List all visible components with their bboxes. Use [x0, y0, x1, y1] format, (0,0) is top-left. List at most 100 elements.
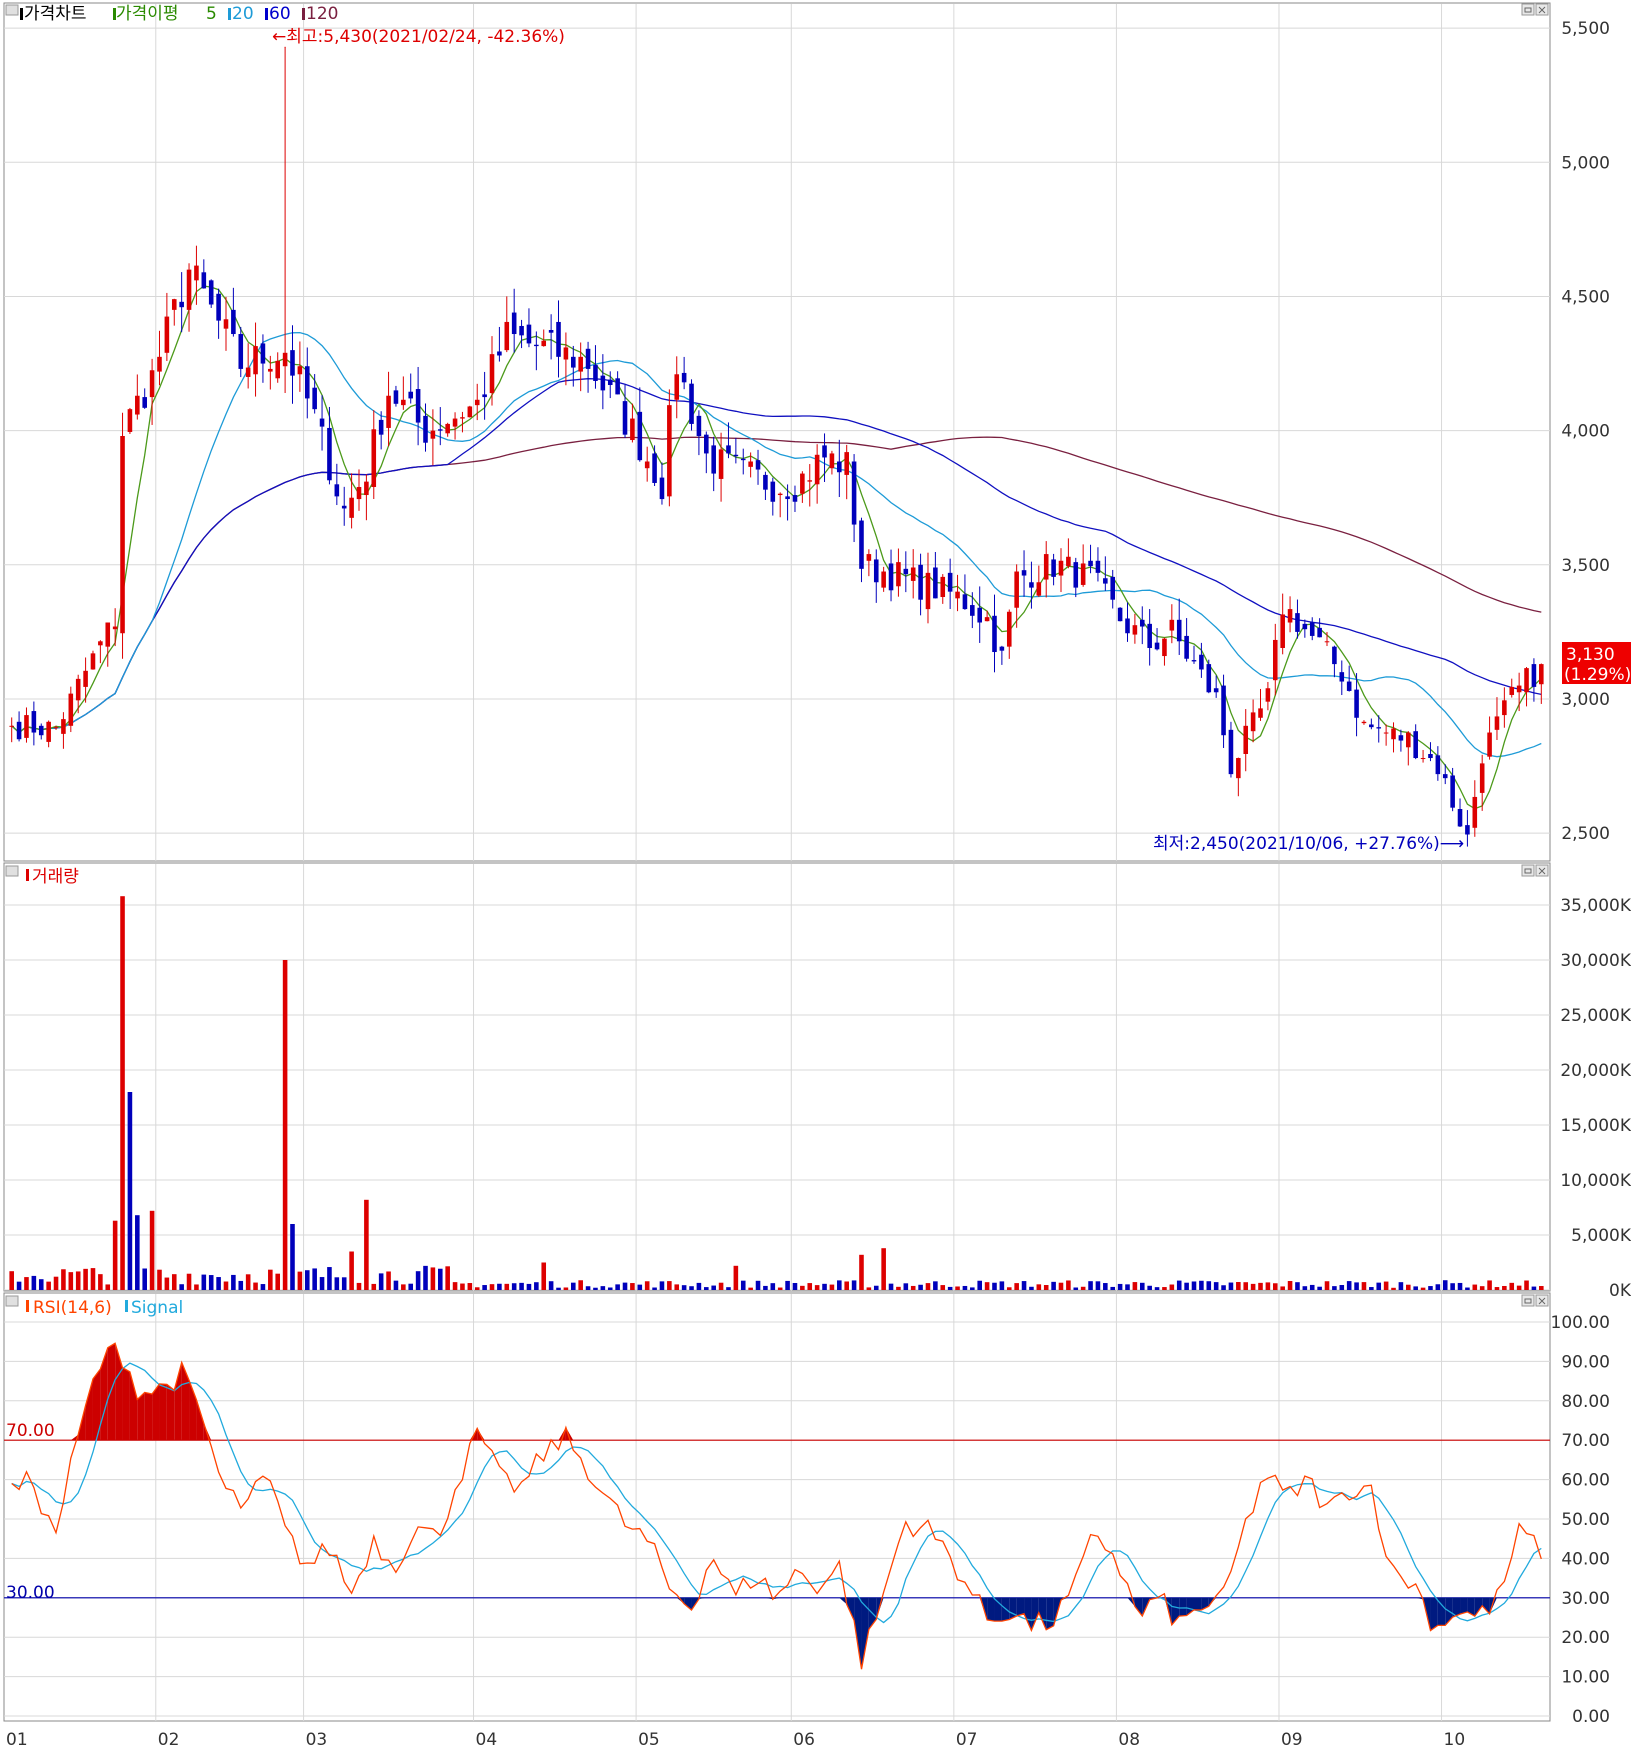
volume-bar	[245, 1274, 251, 1290]
candle-body	[977, 607, 982, 623]
volume-bar	[630, 1283, 635, 1290]
volume-bar	[748, 1287, 753, 1290]
volume-bar	[903, 1283, 909, 1290]
volume-bar	[740, 1280, 746, 1290]
volume-bar	[726, 1287, 731, 1290]
candle-body	[445, 423, 450, 434]
candle-body	[9, 725, 14, 727]
candle-body	[1029, 582, 1034, 588]
candle-body	[1509, 686, 1515, 695]
candle-body	[371, 429, 377, 487]
volume-bar	[179, 1284, 184, 1290]
volume-bar	[674, 1284, 680, 1290]
volume-bar	[1184, 1282, 1189, 1290]
volume-bar	[319, 1277, 325, 1290]
candle-body	[1191, 660, 1197, 662]
volume-bar	[223, 1281, 229, 1290]
candle-body	[1139, 619, 1145, 627]
volume-bar	[1088, 1281, 1093, 1290]
volume-bar	[1472, 1284, 1478, 1290]
candle-body	[1125, 618, 1130, 634]
volume-bar	[896, 1286, 901, 1290]
candle-body	[674, 374, 680, 400]
candle-body	[556, 321, 561, 357]
candle-body	[1221, 685, 1226, 736]
volume-bar	[75, 1271, 81, 1290]
volume-bar	[1132, 1282, 1138, 1290]
candle-body	[1213, 688, 1219, 693]
close-icon[interactable]	[1535, 864, 1549, 877]
candle-body	[482, 394, 487, 398]
volume-bar	[622, 1282, 628, 1290]
candle-body	[792, 495, 798, 502]
candle-body	[194, 265, 199, 281]
volume-bar	[733, 1265, 739, 1290]
candle-body	[61, 719, 66, 734]
volume-bar	[704, 1287, 709, 1290]
restore-icon[interactable]	[1521, 3, 1535, 16]
candle-body	[112, 626, 118, 630]
volume-bar	[637, 1284, 643, 1290]
volume-bar	[519, 1282, 524, 1290]
volume-y-tick: 5,000K	[1571, 1226, 1631, 1246]
restore-icon[interactable]	[1521, 1294, 1535, 1307]
candle-body	[992, 615, 997, 653]
volume-bar	[1236, 1282, 1241, 1290]
candle-body	[179, 301, 184, 308]
volume-bar	[1199, 1280, 1204, 1290]
volume-bar	[999, 1281, 1005, 1290]
volume-y-tick: 10,000K	[1560, 1171, 1631, 1191]
candle-body	[578, 356, 583, 372]
rsi-y-tick: 100.00	[1551, 1313, 1610, 1333]
volume-bar	[216, 1277, 221, 1290]
candle-body	[829, 453, 835, 469]
candle-body	[881, 571, 886, 588]
volume-bar	[90, 1268, 96, 1290]
close-icon[interactable]	[1535, 1294, 1549, 1307]
candle-body	[519, 325, 524, 336]
volume-bar	[327, 1267, 332, 1290]
candle-body	[607, 379, 613, 386]
stock-chart: 5,500 5,000 4,500 4,000 3,500 3,000 2,500 35,0…	[0, 0, 1631, 1752]
volume-bar	[1376, 1282, 1382, 1290]
volume-bar	[696, 1282, 702, 1290]
rsi-oversold-fill	[1194, 1597, 1202, 1610]
price-legend: 가격차트 가격이평 5 20 60 120	[5, 4, 338, 24]
price-y-tick: 5,000	[1561, 153, 1610, 173]
legend-signal: Signal	[131, 1298, 183, 1318]
volume-bar	[1406, 1284, 1411, 1290]
volume-bar	[1191, 1281, 1197, 1290]
rsi-oversold-fill	[987, 1597, 995, 1622]
candle-body	[1184, 635, 1189, 659]
candle-body	[1376, 727, 1382, 729]
candle-body	[859, 520, 864, 569]
volume-bar	[1206, 1281, 1212, 1290]
volume-bar	[98, 1274, 103, 1290]
candle-body	[1066, 556, 1071, 567]
rsi-oversold-fill	[994, 1597, 1002, 1622]
candle-body	[1021, 570, 1027, 576]
candle-body	[955, 591, 960, 599]
legend-ma-label: 가격이평	[116, 4, 179, 24]
volume-bar	[644, 1281, 650, 1290]
restore-icon[interactable]	[1521, 864, 1535, 877]
rsi-overbought-fill	[159, 1383, 167, 1441]
volume-bar	[378, 1273, 384, 1290]
candle-body	[1006, 611, 1012, 647]
candle-body	[120, 436, 125, 634]
volume-bar	[984, 1282, 990, 1290]
candle-body	[53, 727, 59, 729]
volume-bar	[61, 1269, 66, 1290]
volume-bar	[24, 1277, 29, 1290]
legend-ma5: 5	[206, 4, 217, 24]
volume-bar	[1479, 1286, 1485, 1290]
close-icon[interactable]	[1535, 3, 1549, 16]
volume-bar	[785, 1280, 790, 1290]
volume-bar	[142, 1268, 147, 1290]
candle-body	[571, 356, 576, 368]
volume-bar	[260, 1284, 266, 1290]
volume-bar	[253, 1282, 258, 1290]
volume-bar	[881, 1248, 886, 1290]
candle-body	[474, 399, 480, 406]
candle-body	[659, 477, 665, 500]
